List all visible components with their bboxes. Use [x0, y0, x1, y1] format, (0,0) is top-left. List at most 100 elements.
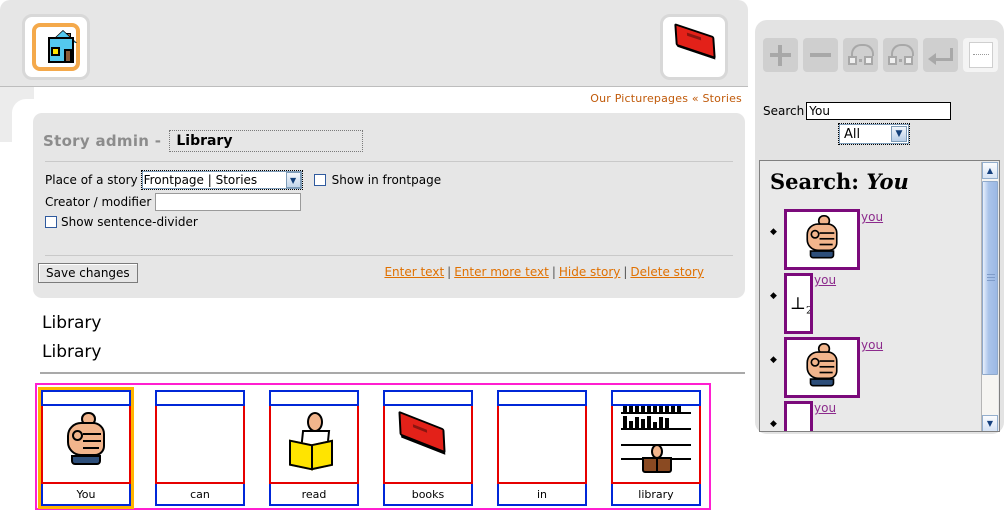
blank-card-button[interactable]	[963, 38, 998, 72]
sentence-strip: You can read books in library	[35, 383, 711, 510]
card-top-bar	[269, 390, 359, 406]
card-label: You	[41, 484, 131, 506]
scrollbar-thumb[interactable]	[982, 181, 998, 375]
blank-card-icon	[968, 42, 993, 68]
card-top-bar	[611, 390, 701, 406]
search-scope-select[interactable]: All	[839, 124, 909, 144]
add-symbol-button[interactable]	[763, 38, 798, 72]
creator-modifier-label: Creator / modifier	[45, 195, 152, 209]
symbol-card-in[interactable]: in	[497, 390, 587, 506]
divider-top	[45, 161, 733, 162]
search-scope-wrap[interactable]: All ▼	[838, 123, 910, 145]
book-icon	[671, 23, 723, 73]
story-action-links: Enter text | Enter more text | Hide story | De…	[384, 265, 704, 279]
card-top-bar	[155, 390, 245, 406]
main-document: Our Picturepages « Stories Story admin -…	[0, 0, 752, 510]
line-break-button[interactable]	[923, 38, 958, 72]
story-divider	[40, 372, 745, 374]
symbol-card-list: You can read books in library	[38, 387, 701, 509]
card-label: in	[497, 484, 587, 506]
card-top-bar	[383, 390, 473, 406]
place-of-story-label: Place of a story	[45, 173, 138, 187]
fist-pictogram-icon[interactable]	[784, 337, 860, 398]
card-top-bar	[497, 390, 587, 406]
link-separator: |	[551, 265, 556, 279]
card-label: books	[383, 484, 473, 506]
results-scrollbar[interactable]: ▲ ▼	[981, 162, 998, 431]
bullet-icon: ◆	[770, 227, 777, 237]
remove-symbol-button[interactable]	[803, 38, 838, 72]
fist-pictogram-icon[interactable]	[784, 209, 860, 270]
search-result-label[interactable]: you	[814, 401, 836, 415]
bullet-icon: ◆	[770, 291, 777, 301]
search-results-list: ◆ you ◆ ⊥2 you ◆ you ◆ you	[770, 209, 976, 431]
blank-pictogram-icon[interactable]	[784, 401, 813, 431]
symbol-card-library[interactable]: library	[611, 390, 701, 506]
search-result-item[interactable]: ◆ you	[770, 209, 976, 273]
perpendicular-symbol-icon[interactable]: ⊥2	[784, 273, 813, 334]
bullet-icon: ◆	[770, 419, 777, 429]
symbol-card-can[interactable]: can	[155, 390, 245, 506]
search-result-item[interactable]: ◆ you	[770, 337, 976, 401]
breadcrumb-separator: «	[691, 92, 699, 105]
breadcrumb-section[interactable]: Stories	[702, 92, 742, 105]
search-result-label[interactable]: you	[861, 209, 883, 224]
site-banner	[0, 0, 748, 87]
search-results-query: You	[866, 169, 909, 194]
symbol-search-sidebar: Search All ▼ Search: You ◆ you	[755, 20, 1004, 434]
save-changes-button[interactable]: Save changes	[38, 263, 138, 283]
symbol-card-read[interactable]: read	[269, 390, 359, 506]
scroll-up-button[interactable]: ▲	[982, 162, 998, 179]
bullet-icon: ◆	[770, 355, 777, 365]
story-admin-title-row: Story admin - Library	[43, 129, 364, 153]
breadcrumb: Our Picturepages « Stories	[590, 92, 742, 105]
enter-text-link[interactable]: Enter text	[384, 265, 444, 279]
fist-pictogram-icon	[41, 406, 131, 484]
card-top-bar	[41, 390, 131, 406]
blank-pictogram-icon	[155, 406, 245, 484]
move-left-button[interactable]	[843, 38, 878, 72]
hide-story-link[interactable]: Hide story	[559, 265, 621, 279]
show-sentence-divider-row: Show sentence-divider	[45, 215, 198, 229]
divider-bottom	[45, 255, 733, 256]
search-label: Search	[763, 104, 805, 118]
show-in-frontpage-checkbox[interactable]	[313, 174, 326, 186]
enter-more-text-link[interactable]: Enter more text	[454, 265, 549, 279]
page-tab-curve	[0, 87, 46, 154]
stories-book-button[interactable]	[660, 14, 728, 80]
link-separator: |	[447, 265, 452, 279]
shelves-pictogram-icon	[611, 406, 701, 484]
search-results-prefix: Search:	[770, 169, 860, 194]
creator-modifier-input[interactable]	[155, 193, 302, 211]
scroll-down-button[interactable]: ▼	[982, 415, 998, 431]
search-results-panel: Search: You ◆ you ◆ ⊥2 you ◆ you ◆ you ▲…	[759, 160, 1000, 432]
symbol-toolbar	[763, 38, 998, 72]
breadcrumb-site[interactable]: Our Picturepages	[590, 92, 688, 105]
place-of-story-row: Place of a story Frontpage | Stories ▼ S…	[45, 170, 441, 190]
home-button[interactable]	[22, 14, 90, 80]
search-result-label[interactable]: you	[861, 337, 883, 352]
show-sentence-divider-label: Show sentence-divider	[61, 215, 198, 229]
search-result-label[interactable]: you	[814, 273, 836, 287]
place-of-story-select[interactable]: Frontpage | Stories	[141, 171, 302, 189]
story-title-input[interactable]: Library	[169, 130, 364, 152]
search-results-title: Search: You	[770, 169, 909, 194]
search-result-item[interactable]: ◆ ⊥2 you	[770, 273, 976, 337]
card-label: can	[155, 484, 245, 506]
blank-pictogram-icon	[497, 406, 587, 484]
creator-modifier-row: Creator / modifier	[45, 193, 302, 211]
symbol-card-you[interactable]: You	[38, 387, 134, 509]
show-sentence-divider-checkbox[interactable]	[45, 216, 57, 228]
search-input[interactable]	[806, 102, 952, 120]
symbol-card-books[interactable]: books	[383, 390, 473, 506]
move-right-button[interactable]	[883, 38, 918, 72]
link-separator: |	[623, 265, 628, 279]
delete-story-link[interactable]: Delete story	[630, 265, 704, 279]
search-result-item[interactable]: ◆ you	[770, 401, 976, 431]
card-label: read	[269, 484, 359, 506]
house-icon	[32, 23, 80, 71]
place-of-story-select-wrap[interactable]: Frontpage | Stories ▼	[140, 170, 303, 190]
search-row: Search	[763, 102, 952, 120]
story-heading-primary: Library	[42, 313, 102, 333]
red-book-pictogram-icon	[383, 406, 473, 484]
